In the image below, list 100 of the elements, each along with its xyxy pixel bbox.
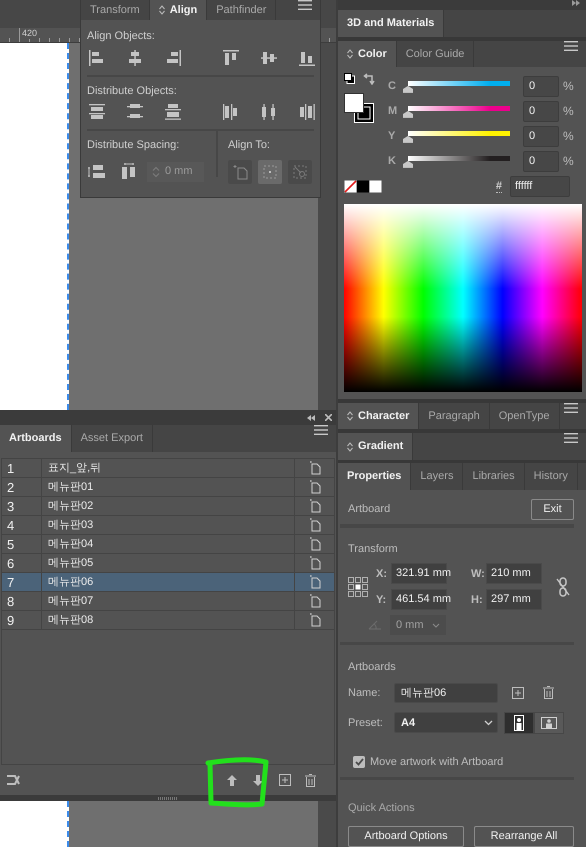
collapse-icon[interactable]	[307, 414, 315, 420]
move-up-icon[interactable]	[226, 774, 238, 786]
panel-tab[interactable]: Character	[338, 403, 420, 430]
artboard-name: 메뉴판08	[47, 613, 94, 628]
align-to-artboard-icon[interactable]	[228, 160, 252, 184]
artboard-name: 표지_앞,뒤	[47, 461, 102, 476]
panel-tab[interactable]: OpenType	[490, 403, 560, 430]
swatch-icon[interactable]	[344, 180, 382, 193]
artboard-number: 5	[2, 535, 42, 553]
color-spectrum[interactable]	[344, 204, 582, 392]
artboard-options-icon[interactable]	[308, 537, 320, 551]
panel-tab[interactable]: History	[524, 463, 578, 490]
slider-thumb[interactable]	[403, 160, 413, 168]
menu-icon[interactable]	[564, 403, 578, 414]
distribute-top-icon[interactable]	[87, 102, 107, 122]
align-top-icon[interactable]	[221, 48, 241, 68]
panel-tab[interactable]: Asset Export	[72, 425, 153, 452]
fill-stroke-swatch-icon[interactable]	[344, 92, 374, 123]
section-title: Quick Actions	[348, 801, 416, 816]
artboard-row[interactable]: 4 메뉴판03	[2, 516, 334, 535]
artboard-row[interactable]: 5 메뉴판04	[2, 535, 334, 554]
artboard-options-icon[interactable]	[308, 613, 320, 627]
artboard-row[interactable]: 8 메뉴판07	[2, 592, 334, 611]
artboard-row[interactable]: 1 표지_앞,뒤	[2, 459, 334, 478]
artboard-name: 메뉴판01	[47, 480, 94, 495]
artboard-options-icon[interactable]	[308, 499, 320, 513]
coordinate-field[interactable]: 210 mm	[486, 563, 542, 584]
artboard-row[interactable]: 6 메뉴판05	[2, 554, 334, 573]
panel-tab[interactable]: Color Guide	[396, 40, 474, 67]
value-field[interactable]: 0	[523, 126, 559, 147]
section-title: Distribute Objects:	[87, 84, 178, 98]
exit-button[interactable]: Exit	[531, 498, 574, 520]
artboard-row[interactable]: 2 메뉴판01	[2, 478, 334, 497]
menu-icon[interactable]	[564, 40, 578, 51]
portrait-button[interactable]	[504, 712, 534, 734]
rearrange-icon[interactable]	[6, 773, 20, 787]
default-colors-icon[interactable]	[344, 73, 355, 84]
action-button[interactable]: Artboard Options	[348, 826, 464, 847]
collapse-arrows-icon[interactable]	[158, 5, 165, 15]
artboard-options-icon[interactable]	[308, 480, 320, 494]
unit-label: %	[563, 78, 574, 96]
value-field[interactable]: 0	[523, 150, 559, 172]
trash-icon[interactable]	[305, 774, 316, 786]
section-title: Artboard	[348, 502, 390, 518]
name-field[interactable]: 메뉴판06	[394, 682, 498, 703]
panel-tab[interactable]: Properties	[338, 463, 412, 490]
preset-dropdown[interactable]: A4	[394, 712, 498, 734]
artboard-options-icon[interactable]	[308, 556, 320, 570]
checkbox[interactable]	[353, 756, 365, 768]
artboard-options-icon[interactable]	[308, 575, 320, 589]
artboard-options-icon[interactable]	[308, 518, 320, 532]
checkbox-label: Move artwork with Artboard	[370, 754, 504, 770]
hex-field[interactable]: ffffff	[510, 176, 570, 197]
menu-icon[interactable]	[314, 425, 328, 435]
section-title: Distribute Spacing:	[87, 138, 180, 153]
constrain-proportions-icon[interactable]	[556, 576, 570, 597]
distribute-bottom-icon[interactable]	[163, 102, 183, 122]
menu-icon[interactable]	[564, 433, 578, 444]
reference-point-icon[interactable]	[348, 576, 368, 597]
unit-label: %	[563, 103, 574, 120]
panel-tab[interactable]: Color	[338, 40, 397, 67]
action-button[interactable]: Rearrange All	[474, 826, 574, 847]
move-down-icon[interactable]	[252, 774, 264, 786]
artboard-row[interactable]: 3 메뉴판02	[2, 497, 334, 516]
field-label: H:	[471, 592, 484, 608]
menu-icon[interactable]	[298, 0, 312, 10]
collapse-arrows-icon[interactable]	[347, 48, 353, 59]
landscape-button[interactable]	[534, 712, 564, 734]
expand-icon[interactable]	[572, 0, 580, 6]
artboard	[0, 801, 69, 847]
panel-tab[interactable]: Artboards	[0, 425, 72, 452]
trash-icon[interactable]	[543, 686, 554, 700]
artboard-name: 메뉴판03	[47, 518, 94, 533]
field-label: Name:	[348, 686, 382, 701]
align-to-selection-icon[interactable]	[258, 160, 282, 184]
slider-thumb[interactable]	[403, 86, 413, 93]
collapse-arrows-icon[interactable]	[347, 411, 353, 422]
artboard-row[interactable]: 7 메뉴판06	[2, 573, 334, 592]
new-artboard-icon[interactable]	[279, 774, 291, 786]
artboard-options-icon[interactable]	[308, 594, 320, 608]
swap-icon[interactable]	[363, 72, 375, 85]
collapse-arrows-icon[interactable]	[347, 442, 353, 452]
slider-thumb[interactable]	[403, 110, 413, 118]
panel-tab[interactable]: Align	[150, 0, 208, 20]
coordinate-field[interactable]: 297 mm	[486, 589, 542, 610]
value-field[interactable]: 0	[523, 100, 559, 122]
field-label: W:	[471, 566, 486, 582]
new-artboard-icon[interactable]	[512, 686, 524, 699]
value-field[interactable]: 0	[523, 76, 559, 97]
scrollbar[interactable]	[318, 43, 336, 410]
close-icon[interactable]	[325, 414, 332, 421]
panel-tab[interactable]: 3D and Materials	[338, 10, 444, 37]
slider-thumb[interactable]	[403, 136, 413, 143]
distribute-right-icon[interactable]	[297, 102, 317, 122]
artboard-options-icon[interactable]	[308, 461, 320, 475]
panel-tab[interactable]: Gradient	[338, 433, 414, 460]
chevron-down-icon	[484, 720, 493, 726]
section-title: Artboards	[348, 660, 397, 676]
artboard-row[interactable]: 9 메뉴판08	[2, 611, 334, 630]
scrollbar[interactable]	[318, 801, 336, 847]
